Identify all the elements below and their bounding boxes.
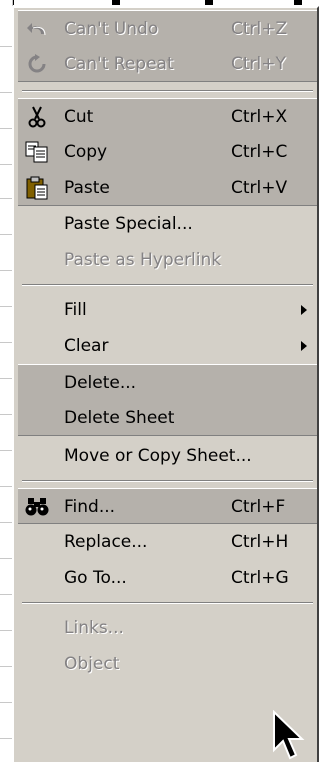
- menu-item-shortcut: Ctrl+X: [231, 107, 288, 127]
- toolbar-fragment: [294, 0, 302, 5]
- binoculars-icon: [24, 495, 50, 519]
- menu-item-fill[interactable]: Fill: [18, 292, 317, 328]
- menu-item-shortcut: Ctrl+C: [231, 142, 288, 162]
- menu-item-shortcut: Ctrl+Y: [231, 54, 286, 74]
- menu-item-find[interactable]: Find... Ctrl+F: [18, 488, 317, 524]
- menu-item-label: Can't Repeat: [64, 54, 174, 74]
- menu-item-repeat[interactable]: Can't Repeat Ctrl+Y: [18, 46, 317, 82]
- menu-item-label: Paste: [64, 178, 110, 198]
- menu-separator: [22, 602, 313, 604]
- menu-item-label: Copy: [64, 142, 108, 162]
- paste-icon: [24, 176, 50, 200]
- menu-item-undo[interactable]: Can't Undo Ctrl+Z: [18, 10, 317, 46]
- menu-item-label: Fill: [64, 300, 87, 320]
- menu-item-label: Object: [64, 654, 120, 674]
- menu-item-label: Find...: [64, 497, 116, 517]
- menu-item-object[interactable]: Object: [18, 646, 317, 682]
- menu-item-label: Clear: [64, 336, 109, 356]
- repeat-icon: [24, 52, 50, 76]
- copy-icon: [24, 140, 50, 164]
- edit-context-menu: Can't Undo Ctrl+Z Can't Repeat Ctrl+Y Cu…: [12, 6, 319, 762]
- menu-item-label: Links...: [64, 618, 124, 638]
- menu-item-label: Move or Copy Sheet...: [64, 446, 252, 466]
- menu-item-label: Go To...: [64, 568, 127, 588]
- menu-item-shortcut: Ctrl+V: [231, 178, 288, 198]
- menu-item-goto[interactable]: Go To... Ctrl+G: [18, 560, 317, 596]
- menu-item-links[interactable]: Links...: [18, 610, 317, 646]
- toolbar-fragment: [205, 0, 213, 5]
- menu-item-label: Cut: [64, 107, 94, 127]
- submenu-arrow-icon: [301, 305, 307, 315]
- mouse-pointer-icon: [273, 710, 305, 760]
- menu-item-shortcut: Ctrl+F: [231, 497, 286, 517]
- menu-separator: [22, 90, 313, 92]
- menu-separator: [22, 480, 313, 482]
- menu-item-label: Replace...: [64, 532, 148, 552]
- menu-item-delete-sheet[interactable]: Delete Sheet: [18, 400, 317, 436]
- menu-item-clear[interactable]: Clear: [18, 328, 317, 364]
- menu-item-shortcut: Ctrl+G: [231, 568, 289, 588]
- menu-item-label: Delete...: [64, 373, 137, 393]
- toolbar-fragment: [112, 0, 120, 5]
- menu-item-replace[interactable]: Replace... Ctrl+H: [18, 524, 317, 560]
- menu-item-paste-special[interactable]: Paste Special...: [18, 206, 317, 242]
- scissors-icon: [24, 105, 50, 129]
- menu-item-label: Paste as Hyperlink: [64, 250, 222, 270]
- menu-item-label: Delete Sheet: [64, 408, 175, 428]
- menu-item-copy[interactable]: Copy Ctrl+C: [18, 134, 317, 170]
- submenu-arrow-icon: [301, 341, 307, 351]
- menu-item-label: Paste Special...: [64, 214, 193, 234]
- menu-item-shortcut: Ctrl+Z: [231, 19, 288, 39]
- menu-item-delete[interactable]: Delete...: [18, 364, 317, 400]
- menu-item-paste-hyperlink[interactable]: Paste as Hyperlink: [18, 242, 317, 278]
- menu-outside-area: [319, 6, 331, 762]
- undo-icon: [24, 17, 50, 41]
- menu-item-paste[interactable]: Paste Ctrl+V: [18, 170, 317, 206]
- menu-item-label: Can't Undo: [64, 19, 159, 39]
- menu-separator: [22, 284, 313, 286]
- menu-item-cut[interactable]: Cut Ctrl+X: [18, 98, 317, 134]
- menu-item-move-copy-sheet[interactable]: Move or Copy Sheet...: [18, 438, 317, 474]
- menu-item-shortcut: Ctrl+H: [231, 532, 289, 552]
